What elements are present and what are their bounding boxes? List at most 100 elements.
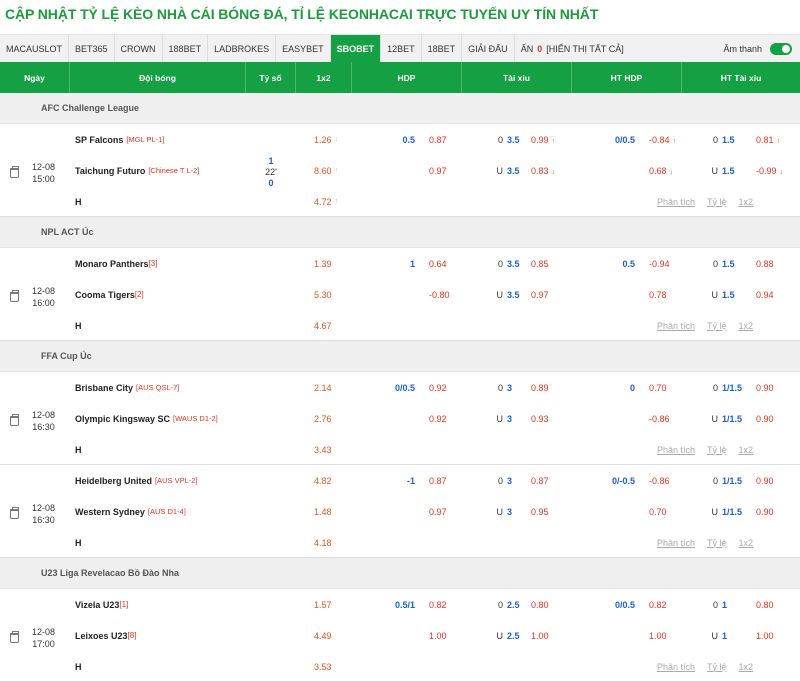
tai-xiu-cell[interactable]: 0 3.5 0.85 (462, 248, 572, 279)
ht-hdp-cell[interactable]: 0 0.70 (572, 372, 682, 403)
odds-1x2[interactable]: 3.53 (296, 651, 352, 681)
odds-link[interactable]: Tỷ lệ (707, 321, 727, 331)
odds-1x2[interactable]: 2.14 (296, 372, 352, 403)
tai-xiu-cell[interactable]: U 3 0.93 (462, 403, 572, 434)
x12-link[interactable]: 1x2 (739, 321, 754, 331)
ht-tai-xiu-cell[interactable]: 0 1/1.5 0.90 (682, 465, 800, 496)
team-name[interactable]: SP Falcons [MGL PL-1] (70, 124, 246, 155)
team-name[interactable]: H (70, 651, 246, 681)
tai-xiu-cell[interactable]: U 3.5 0.97 (462, 279, 572, 310)
team-name[interactable]: H (70, 310, 246, 341)
hdp-cell[interactable]: 0.97 (352, 155, 462, 186)
hdp-cell[interactable]: 0.97 (352, 496, 462, 527)
odds-link[interactable]: Tỷ lệ (707, 197, 727, 207)
hdp-cell[interactable]: 0.5/1 0.82 (352, 589, 462, 620)
tab-ladbrokes[interactable]: LADBROKES (208, 35, 277, 62)
analysis-link[interactable]: Phân tích (657, 445, 695, 455)
team-name[interactable]: Heidelberg United [AUS VPL-2] (70, 465, 246, 496)
tai-xiu-cell[interactable]: U 3 0.95 (462, 496, 572, 527)
ht-hdp-cell[interactable]: 0.78 (572, 279, 682, 310)
odds-link[interactable]: Tỷ lệ (707, 662, 727, 672)
tai-xiu-cell[interactable]: U 2.5 1.00 (462, 620, 572, 651)
analysis-link[interactable]: Phân tích (657, 321, 695, 331)
trash-icon[interactable] (10, 166, 19, 178)
ht-hdp-cell[interactable]: 0/-0.5 -0.86 (572, 465, 682, 496)
odds-1x2[interactable]: 1.57 (296, 589, 352, 620)
tab-easybet[interactable]: EASYBET (276, 35, 331, 62)
hdp-cell[interactable]: 0.5 0.87 (352, 124, 462, 155)
analysis-link[interactable]: Phân tích (657, 197, 695, 207)
tab-sbobet[interactable]: SBOBET (330, 35, 382, 62)
ht-hdp-cell[interactable]: 0/0.5 0.82 (572, 589, 682, 620)
odds-1x2[interactable]: 5.30 (296, 279, 352, 310)
x12-link[interactable]: 1x2 (739, 662, 754, 672)
ht-tai-xiu-cell[interactable]: U 1/1.5 0.90 (682, 403, 800, 434)
analysis-link[interactable]: Phân tích (657, 538, 695, 548)
sound-toggle[interactable] (770, 42, 792, 55)
odds-1x2[interactable]: 1.26 ↓ (296, 124, 352, 155)
team-name[interactable]: Monaro Panthers [3] (70, 248, 246, 279)
team-name[interactable]: Leixoes U23 [8] (70, 620, 246, 651)
odds-1x2[interactable]: 8.60 ↑ (296, 155, 352, 186)
ht-tai-xiu-cell[interactable]: 0 1.5 0.81 ↑ (682, 124, 800, 155)
odds-link[interactable]: Tỷ lệ (707, 538, 727, 548)
ht-hdp-cell[interactable]: 0.5 -0.94 (572, 248, 682, 279)
ht-hdp-cell[interactable]: 0.68 ↓ (572, 155, 682, 186)
hdp-cell[interactable]: 0/0.5 0.92 (352, 372, 462, 403)
odds-1x2[interactable]: 4.67 (296, 310, 352, 341)
team-name[interactable]: H (70, 527, 246, 558)
team-name[interactable]: Taichung Futuro [Chinese T L-2] (70, 155, 246, 186)
odds-1x2[interactable]: 3.43 (296, 434, 352, 465)
tab-macauslot[interactable]: MACAUSLOT (0, 35, 70, 62)
odds-1x2[interactable]: 4.18 (296, 527, 352, 558)
trash-icon[interactable] (10, 507, 19, 519)
hdp-cell[interactable]: -1 0.87 (352, 465, 462, 496)
ht-tai-xiu-cell[interactable]: U 1.5 -0.99 ↓ (682, 155, 800, 186)
ht-hdp-cell[interactable]: 0.70 (572, 496, 682, 527)
team-name[interactable]: H (70, 434, 246, 465)
ht-hdp-cell[interactable]: 1.00 (572, 620, 682, 651)
tab-188bet[interactable]: 188BET (163, 35, 209, 62)
x12-link[interactable]: 1x2 (739, 197, 754, 207)
team-name[interactable]: Cooma Tigers [2] (70, 279, 246, 310)
ht-tai-xiu-cell[interactable]: 0 1.5 0.88 (682, 248, 800, 279)
x12-link[interactable]: 1x2 (739, 445, 754, 455)
odds-1x2[interactable]: 4.72 ↑ (296, 186, 352, 217)
tab-18bet[interactable]: 18BET (422, 35, 463, 62)
ht-tai-xiu-cell[interactable]: U 1.5 0.94 (682, 279, 800, 310)
analysis-link[interactable]: Phân tích (657, 662, 695, 672)
trash-icon[interactable] (10, 290, 19, 302)
trash-icon[interactable] (10, 631, 19, 643)
ht-tai-xiu-cell[interactable]: U 1 1.00 (682, 620, 800, 651)
tai-xiu-cell[interactable]: 0 3 0.87 (462, 465, 572, 496)
tab-crown[interactable]: CROWN (115, 35, 163, 62)
odds-1x2[interactable]: 1.39 (296, 248, 352, 279)
x12-link[interactable]: 1x2 (739, 538, 754, 548)
hdp-cell[interactable]: 0.92 (352, 403, 462, 434)
team-name[interactable]: H (70, 186, 246, 217)
tab-giải-đấu[interactable]: GIẢI ĐẤU (462, 35, 515, 62)
hdp-cell[interactable]: 1 0.64 (352, 248, 462, 279)
ht-tai-xiu-cell[interactable]: 0 1 0.80 (682, 589, 800, 620)
odds-link[interactable]: Tỷ lệ (707, 445, 727, 455)
hdp-cell[interactable]: 1.00 (352, 620, 462, 651)
team-name[interactable]: Vizela U23 [1] (70, 589, 246, 620)
ht-tai-xiu-cell[interactable]: U 1/1.5 0.90 (682, 496, 800, 527)
odds-1x2[interactable]: 1.48 (296, 496, 352, 527)
show-all-link[interactable]: [HIỂN THỊ TẤT CẢ] (546, 44, 624, 54)
team-name[interactable]: Western Sydney [AUS D1-4] (70, 496, 246, 527)
tai-xiu-cell[interactable]: U 3.5 0.83 ↓ (462, 155, 572, 186)
ht-tai-xiu-cell[interactable]: 0 1/1.5 0.90 (682, 372, 800, 403)
team-name[interactable]: Olympic Kingsway SC [WAUS D1-2] (70, 403, 246, 434)
team-name[interactable]: Brisbane City [AUS QSL-7] (70, 372, 246, 403)
odds-1x2[interactable]: 4.49 (296, 620, 352, 651)
odds-1x2[interactable]: 4.82 (296, 465, 352, 496)
tai-xiu-cell[interactable]: 0 2.5 0.80 (462, 589, 572, 620)
tab-bet365[interactable]: BET365 (69, 35, 115, 62)
ht-hdp-cell[interactable]: -0.86 (572, 403, 682, 434)
trash-icon[interactable] (10, 414, 19, 426)
tab-12bet[interactable]: 12BET (381, 35, 422, 62)
tai-xiu-cell[interactable]: 0 3.5 0.99 ↑ (462, 124, 572, 155)
ht-hdp-cell[interactable]: 0/0.5 -0.84 ↑ (572, 124, 682, 155)
tai-xiu-cell[interactable]: 0 3 0.89 (462, 372, 572, 403)
